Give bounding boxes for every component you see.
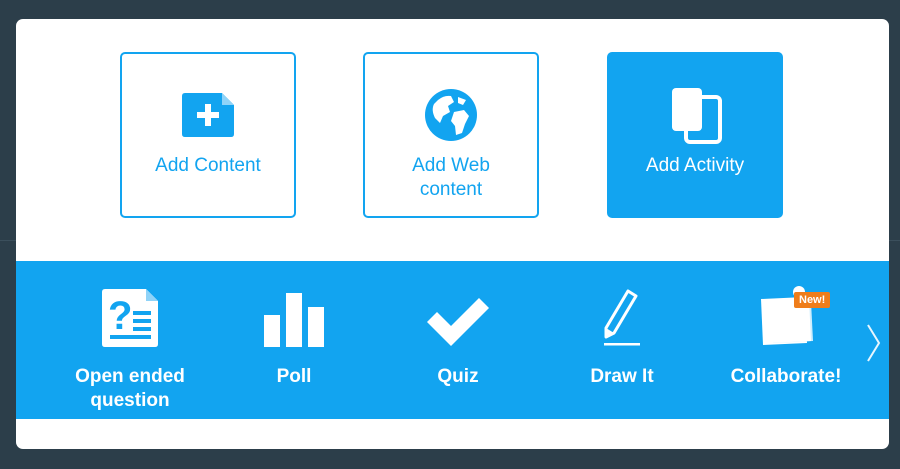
activity-poll[interactable]: Poll	[224, 285, 364, 389]
activity-label: Quiz	[437, 366, 479, 387]
activity-open-ended-question[interactable]: ? Open ended question	[60, 285, 200, 413]
file-plus-icon	[182, 86, 234, 144]
new-badge: New!	[794, 292, 831, 308]
add-activity-tile[interactable]: Add Activity	[607, 52, 783, 218]
activity-label: Draw It	[590, 366, 654, 387]
add-content-tile[interactable]: Add Content	[120, 52, 296, 218]
checkmark-icon	[425, 285, 491, 347]
globe-icon	[424, 86, 478, 144]
activity-bar: ? Open ended question Poll Quiz Draw It …	[16, 261, 889, 419]
tile-label: Add Content	[155, 155, 261, 176]
activity-label: Collaborate!	[730, 366, 842, 387]
copy-icon	[668, 86, 722, 144]
add-web-content-tile[interactable]: Add Web content	[363, 52, 539, 218]
svg-text:?: ?	[108, 294, 132, 338]
activity-label: Open ended question	[75, 366, 185, 411]
chevron-right-icon[interactable]	[865, 323, 883, 363]
activity-label: Poll	[276, 366, 312, 387]
pencil-icon	[602, 285, 642, 347]
bar-chart-icon	[264, 285, 324, 347]
tile-label: Add Web content	[412, 155, 490, 200]
activity-draw-it[interactable]: Draw It	[552, 285, 692, 389]
tile-label: Add Activity	[645, 155, 745, 176]
activity-collaborate[interactable]: New! Collaborate!	[716, 285, 856, 389]
add-dialog: Add Content Add Web content Add Activity	[16, 19, 889, 449]
activity-quiz[interactable]: Quiz	[388, 285, 528, 389]
sticky-note-icon: New!	[753, 285, 831, 347]
question-document-icon: ?	[102, 285, 158, 347]
